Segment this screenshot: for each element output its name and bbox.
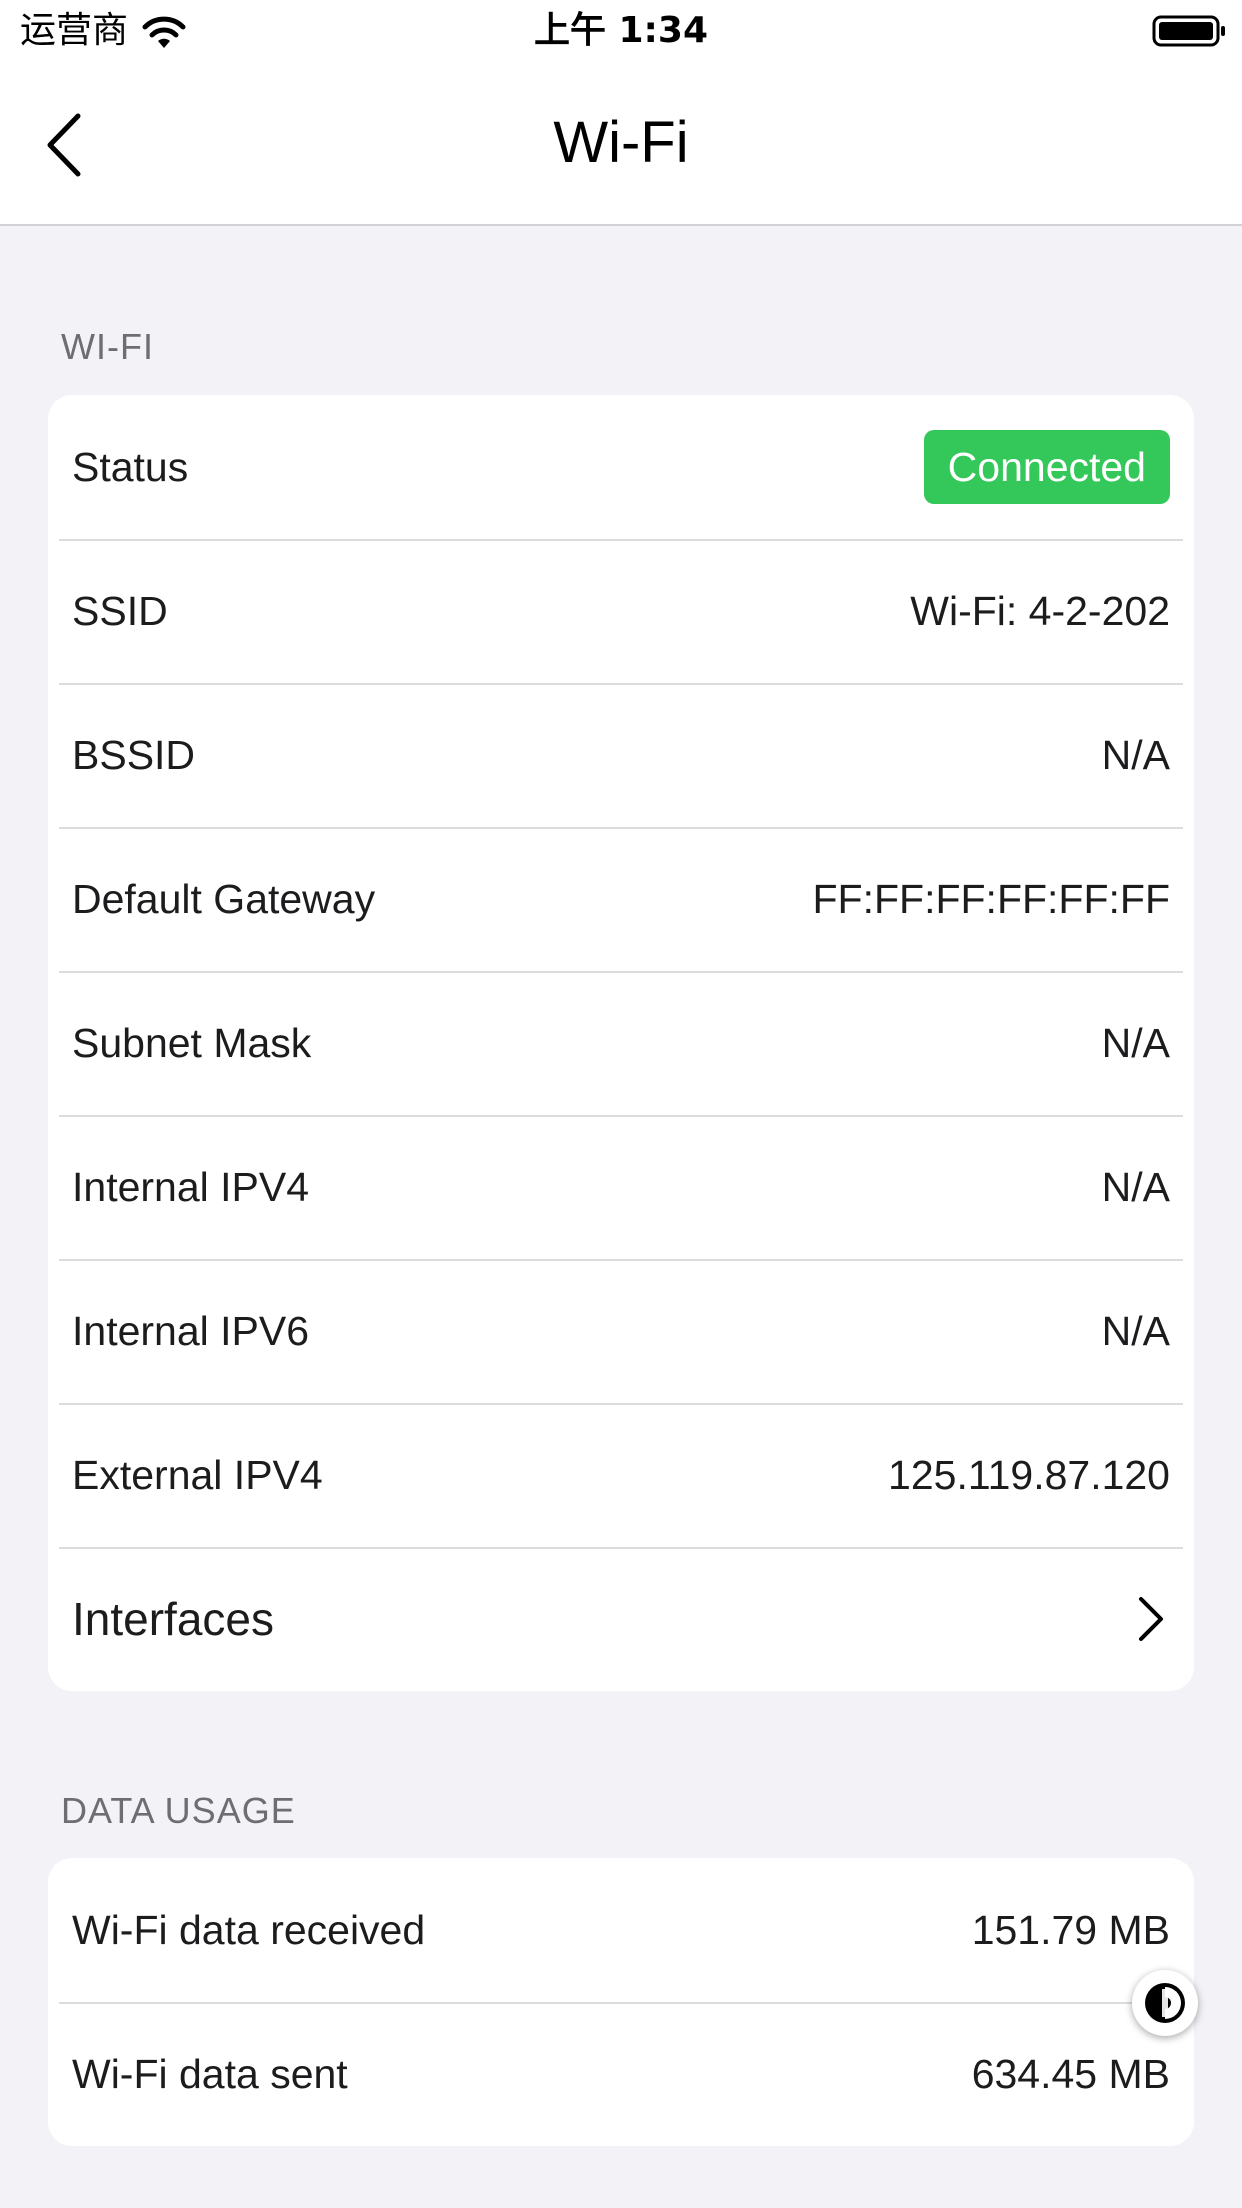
- ssid-label: SSID: [72, 587, 168, 634]
- external-ipv4-value: 125.119.87.120: [888, 1451, 1170, 1498]
- subnet-mask-row: Subnet Mask N/A: [48, 971, 1194, 1115]
- bssid-row: BSSID N/A: [48, 683, 1194, 827]
- data-sent-row: Wi-Fi data sent 634.45 MB: [48, 2002, 1194, 2146]
- assistive-touch-button[interactable]: [1132, 1970, 1198, 2036]
- data-sent-label: Wi-Fi data sent: [72, 2050, 348, 2097]
- section-header-data-usage: DATA USAGE: [61, 1790, 296, 1831]
- wifi-info-card: Status Connected SSID Wi-Fi: 4-2-202 BSS…: [48, 395, 1194, 1691]
- interfaces-label: Interfaces: [72, 1593, 274, 1645]
- internal-ipv4-row: Internal IPV4 N/A: [48, 1115, 1194, 1259]
- data-usage-card: Wi-Fi data received 151.79 MB Wi-Fi data…: [48, 1858, 1194, 2146]
- data-received-value: 151.79 MB: [971, 1906, 1170, 1953]
- subnet-mask-value: N/A: [1101, 1019, 1170, 1066]
- subnet-mask-label: Subnet Mask: [72, 1019, 312, 1066]
- status-row: Status Connected: [48, 395, 1194, 539]
- internal-ipv4-value: N/A: [1101, 1163, 1170, 1210]
- internal-ipv6-label: Internal IPV6: [72, 1307, 310, 1354]
- ssid-row: SSID Wi-Fi: 4-2-202: [48, 539, 1194, 683]
- default-gateway-row: Default Gateway FF:FF:FF:FF:FF:FF: [48, 827, 1194, 971]
- clock-label: 上午 1:34: [533, 10, 709, 51]
- internal-ipv6-value: N/A: [1101, 1307, 1170, 1354]
- chevron-right-icon: [1139, 1597, 1163, 1641]
- external-ipv4-label: External IPV4: [72, 1451, 323, 1498]
- default-gateway-value: FF:FF:FF:FF:FF:FF: [812, 875, 1171, 922]
- battery-full-icon: [1152, 15, 1225, 47]
- status-bar: 运营商 上午 1:34: [0, 0, 1242, 62]
- ssid-value: Wi-Fi: 4-2-202: [910, 587, 1170, 634]
- page-title: Wi-Fi: [553, 110, 689, 175]
- internal-ipv4-label: Internal IPV4: [72, 1163, 310, 1210]
- data-received-label: Wi-Fi data received: [72, 1906, 426, 1953]
- status-label: Status: [72, 443, 189, 490]
- data-received-row: Wi-Fi data received 151.79 MB: [48, 1858, 1194, 2002]
- navigation-bar: Wi-Fi: [0, 62, 1242, 226]
- bssid-label: BSSID: [72, 731, 196, 778]
- interfaces-row[interactable]: Interfaces: [48, 1547, 1194, 1691]
- assistive-touch-icon: [1145, 1983, 1185, 2023]
- status-badge: Connected: [923, 430, 1170, 504]
- default-gateway-label: Default Gateway: [72, 875, 376, 922]
- external-ipv4-row: External IPV4 125.119.87.120: [48, 1403, 1194, 1547]
- section-header-wifi: WI-FI: [61, 326, 154, 367]
- bssid-value: N/A: [1101, 731, 1170, 778]
- data-sent-value: 634.45 MB: [971, 2050, 1170, 2097]
- internal-ipv6-row: Internal IPV6 N/A: [48, 1259, 1194, 1403]
